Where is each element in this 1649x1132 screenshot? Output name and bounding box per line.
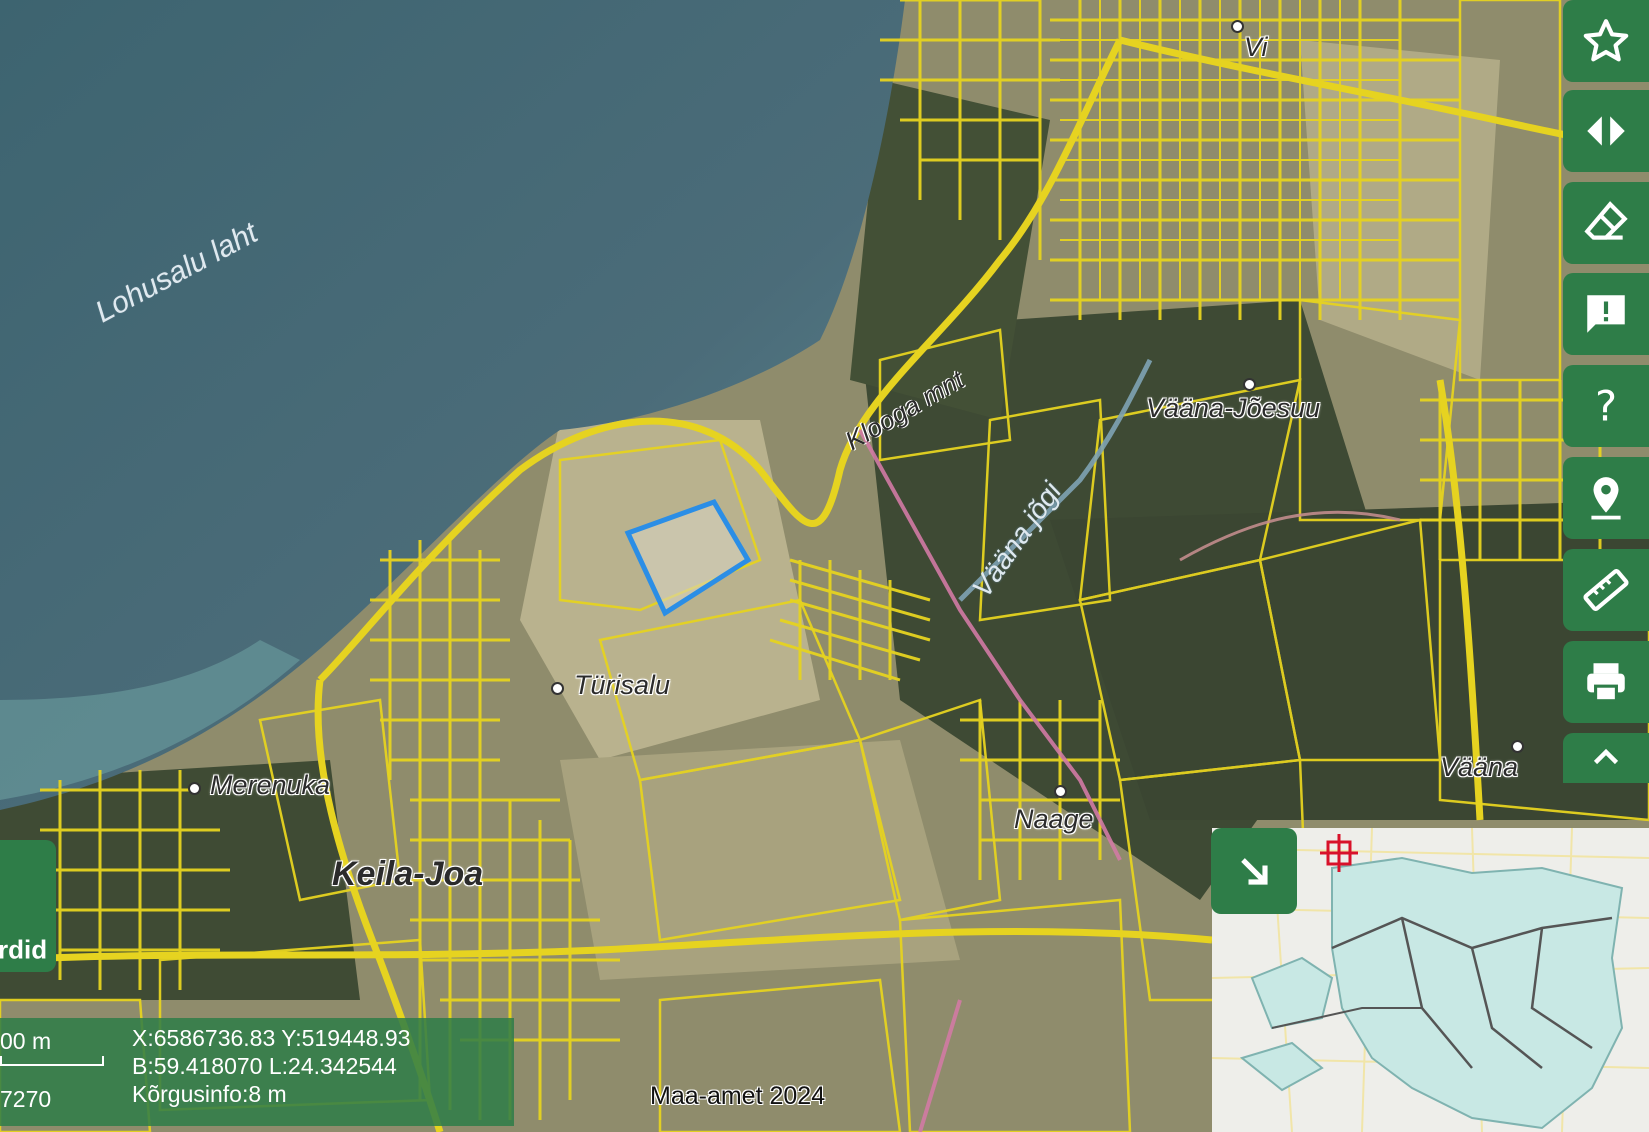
favorite-button[interactable] bbox=[1563, 0, 1649, 82]
chevron-up-icon bbox=[1593, 748, 1619, 765]
scale-bar: 00 m 7270 bbox=[0, 1018, 118, 1126]
star-icon bbox=[1583, 19, 1629, 62]
comment-alert-icon bbox=[1587, 295, 1625, 333]
place-label-turisalu: Türisalu bbox=[574, 670, 671, 700]
place-label-merenuka: Merenuka bbox=[210, 770, 331, 800]
location-button[interactable] bbox=[1563, 457, 1649, 539]
elevation-info: Kõrgusinfo:8 m bbox=[132, 1081, 287, 1107]
collapse-button[interactable] bbox=[1563, 733, 1649, 783]
scale-distance: 00 m bbox=[0, 1028, 52, 1054]
place-dot bbox=[188, 782, 201, 795]
place-label-vi: Vi bbox=[1244, 32, 1268, 62]
overview-toggle-button[interactable] bbox=[1211, 828, 1297, 914]
place-dot bbox=[551, 682, 564, 695]
help-button[interactable]: ? bbox=[1563, 365, 1649, 447]
layers-panel-tab[interactable]: rdid bbox=[0, 840, 56, 972]
place-label-vaana-joesuu: Vääna-Jõesuu bbox=[1146, 393, 1321, 423]
scale-line bbox=[0, 1056, 104, 1066]
ruler-icon bbox=[1583, 568, 1629, 612]
compare-button[interactable] bbox=[1563, 90, 1649, 172]
place-dot bbox=[1231, 20, 1244, 33]
printer-icon bbox=[1587, 663, 1625, 703]
place-label-naage: Naage bbox=[1014, 804, 1094, 834]
print-button[interactable] bbox=[1563, 641, 1649, 723]
place-dot bbox=[1243, 378, 1256, 391]
eraser-button[interactable] bbox=[1563, 182, 1649, 264]
scale-ratio: 7270 bbox=[0, 1086, 52, 1112]
place-label-vaana: Vääna bbox=[1440, 752, 1519, 782]
split-arrows-icon bbox=[1587, 116, 1625, 146]
arrow-down-right-icon bbox=[1241, 858, 1268, 885]
measure-button[interactable] bbox=[1563, 549, 1649, 631]
eraser-icon bbox=[1584, 201, 1628, 240]
place-label-keila-joa: Keila-Joa bbox=[332, 855, 484, 893]
map-pin-icon bbox=[1591, 477, 1621, 520]
attribution: Maa-amet 2024 bbox=[650, 1082, 826, 1110]
coordinates-bl: B:59.418070 L:24.342544 bbox=[132, 1053, 397, 1079]
svg-text:?: ? bbox=[1595, 382, 1617, 431]
coordinates-panel: X:6586736.83 Y:519448.93 B:59.418070 L:2… bbox=[118, 1018, 514, 1126]
place-dot bbox=[1054, 785, 1067, 798]
question-icon: ? bbox=[1595, 382, 1617, 431]
layers-panel-label: rdid bbox=[0, 934, 48, 965]
coordinates-xy: X:6586736.83 Y:519448.93 bbox=[132, 1025, 411, 1051]
feedback-button[interactable] bbox=[1563, 273, 1649, 355]
